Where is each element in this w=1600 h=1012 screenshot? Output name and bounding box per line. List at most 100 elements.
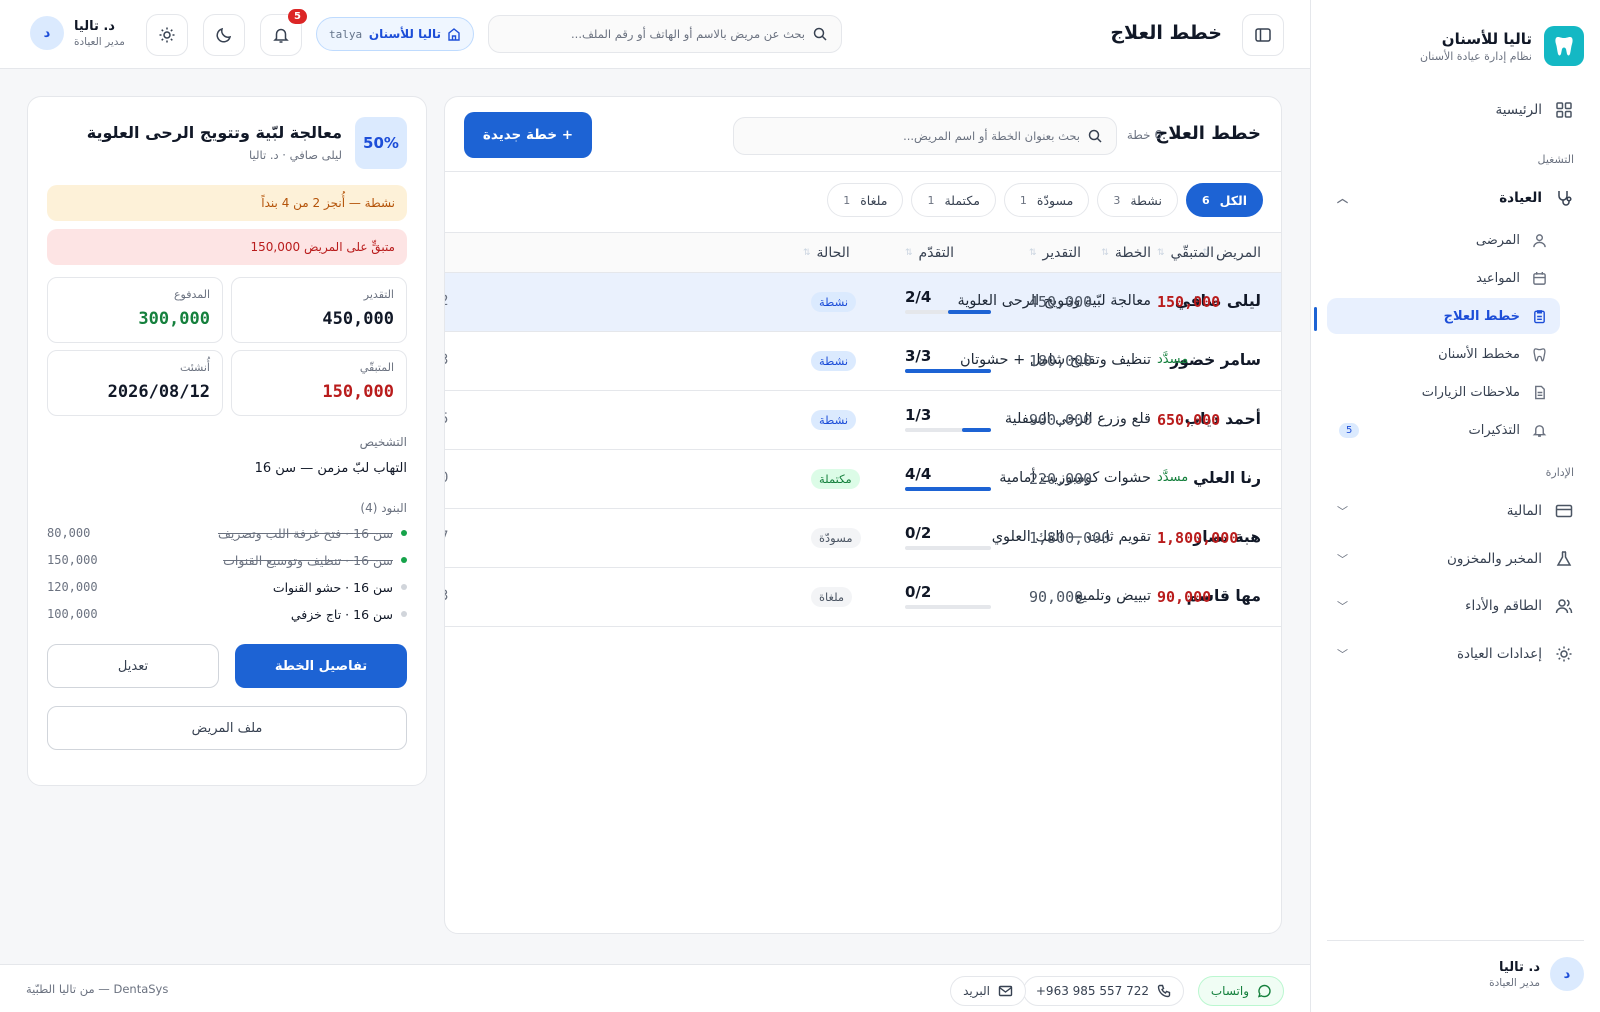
- col-label: المريض: [1215, 245, 1261, 261]
- sun-icon: [158, 26, 176, 44]
- new-plan-button[interactable]: + خطة جديدة: [464, 112, 592, 158]
- col-label: التقدّم: [918, 245, 955, 261]
- light-mode-button[interactable]: [146, 14, 188, 56]
- stat-created: أُنشئت 2026/08/12: [47, 350, 223, 416]
- phone-button[interactable]: +963 985 557 722: [1022, 976, 1184, 1006]
- nav-home[interactable]: الرئيسية: [1327, 92, 1584, 128]
- nav-clinic[interactable]: العيادة ︿: [1327, 180, 1584, 216]
- col-label: الحالة: [816, 245, 850, 261]
- dark-mode-button[interactable]: [203, 14, 245, 56]
- user-role: مدير العيادة: [74, 35, 125, 48]
- whatsapp-button[interactable]: واتساب: [1197, 976, 1284, 1006]
- status-badge: ملغاة: [811, 587, 853, 607]
- top-header: خطط العلاج بحث عن مريض بالاسم أو الهاتف …: [0, 0, 1310, 69]
- stat-estimate: التقدير 450,000: [231, 277, 407, 343]
- status-badge: نشطة: [811, 410, 857, 430]
- col-plan[interactable]: الخطة ⇅: [1101, 245, 1151, 261]
- sidebar-user[interactable]: د د. تاليا مدير العيادة: [1327, 940, 1584, 991]
- progress-cell: 0/2: [905, 583, 991, 609]
- sidebar-item-appointments[interactable]: المواعيد: [1327, 260, 1560, 296]
- nav-settings[interactable]: إعدادات العيادة ﹀: [1327, 636, 1584, 672]
- col-status[interactable]: الحالة ⇅: [803, 245, 850, 261]
- clipboard-icon: [1530, 307, 1548, 325]
- clinic-switcher[interactable]: تاليا للأسنان talya: [316, 17, 474, 51]
- chevron-down-icon: ﹀: [1337, 553, 1348, 566]
- table-row[interactable]: رنا العلي حشوات كومبوزيت أمامية مكتملة 4…: [445, 450, 1281, 509]
- mail-button[interactable]: البريد: [950, 976, 1026, 1006]
- user-role: مدير العيادة: [1489, 976, 1540, 989]
- brand[interactable]: تاليا للأسنان نظام إدارة عيادة الأسنان: [1420, 26, 1584, 66]
- plan-details-button[interactable]: تفاصيل الخطة: [235, 644, 407, 688]
- diagnosis-label: التشخيص: [359, 435, 407, 449]
- notifications-button[interactable]: 5: [260, 9, 307, 56]
- sidebar-item-dental-chart[interactable]: مخطط الأسنان: [1327, 336, 1560, 372]
- cell-estimate: 180,000: [1029, 352, 1093, 370]
- header-user[interactable]: د د. تاليا مدير العيادة: [30, 16, 125, 50]
- sidebar-item-label: التذكيرات: [1468, 422, 1520, 438]
- sort-icon: ⇅: [1029, 248, 1037, 258]
- nav-finance-label: المالية: [1506, 503, 1542, 519]
- cell-extra: 0: [445, 470, 448, 486]
- nav-finance[interactable]: المالية ﹀: [1327, 493, 1584, 529]
- tooth-icon: [1530, 345, 1548, 363]
- sidebar-item-label: مخطط الأسنان: [1438, 346, 1520, 362]
- nav-staff[interactable]: الطاقم والأداء ﹀: [1327, 588, 1584, 624]
- item-text: سن 16 · حشو القنوات: [272, 579, 393, 595]
- done-dot-icon: [401, 530, 407, 536]
- col-label: ا: [444, 245, 445, 261]
- stat-value: 300,000: [138, 309, 210, 329]
- table-row[interactable]: سامر خضور تنظيف وتقليح شامل + حشوتان نشط…: [445, 332, 1281, 391]
- nav-lab-label: المخبر والمخزون: [1447, 551, 1542, 567]
- filter-completed[interactable]: مكتملة 1: [911, 183, 996, 217]
- bell-icon: [272, 26, 290, 44]
- nav-lab-inventory[interactable]: المخبر والمخزون ﹀: [1327, 541, 1584, 577]
- table-row[interactable]: هبة نصار تقويم ثابت — الفك العلوي مسودّة…: [445, 509, 1281, 568]
- sidebar-item-visit-notes[interactable]: ملاحظات الزيارات: [1327, 374, 1560, 410]
- sidebar-item-reminders[interactable]: التذكيرات 5: [1327, 412, 1560, 448]
- cell-remaining: مسدَّد: [1157, 470, 1189, 485]
- table-row[interactable]: ليلى صافي معالجة لبّية وتتويج الرحى العل…: [445, 273, 1281, 332]
- cell-patient: رنا العلي: [1193, 469, 1261, 487]
- plans-search-input[interactable]: بحث بعنوان الخطة أو اسم المريض...: [733, 117, 1117, 155]
- filter-active[interactable]: نشطة 3: [1097, 183, 1178, 217]
- filter-cancelled[interactable]: ملغاة 1: [827, 183, 904, 217]
- item-text: سن 16 · تاج خزفي: [290, 606, 393, 622]
- cell-extra: 5: [445, 411, 448, 427]
- edit-button[interactable]: تعديل: [47, 644, 219, 688]
- filter-label: ملغاة: [860, 192, 888, 208]
- progress-cell: 4/4: [905, 465, 991, 491]
- col-remaining[interactable]: المتبقّي ⇅: [1157, 245, 1214, 261]
- flask-icon: [1554, 549, 1574, 569]
- table-row[interactable]: مها قاسم تبييض وتلميع ملغاة 0/2 90,000 9…: [445, 568, 1281, 627]
- col-extra[interactable]: ا: [444, 245, 445, 261]
- filter-draft[interactable]: مسودّة 1: [1003, 183, 1090, 217]
- col-progress[interactable]: التقدّم ⇅: [905, 245, 954, 261]
- status-badge: نشطة: [811, 351, 857, 371]
- global-search-input[interactable]: بحث عن مريض بالاسم أو الهاتف أو رقم المل…: [488, 15, 842, 53]
- items-label: البنود (4): [360, 501, 407, 515]
- patient-file-button[interactable]: ملف المريض: [47, 706, 407, 750]
- sidebar-item-treatment-plans[interactable]: خطط العلاج: [1327, 298, 1560, 334]
- phone-icon: [1157, 984, 1171, 998]
- calendar-icon: [1530, 269, 1548, 287]
- progress-value: 0/2: [905, 583, 932, 601]
- sidebar-item-patients[interactable]: المرضى: [1327, 222, 1560, 258]
- plans-panel-header: خطط العلاج 6 خطة بحث بعنوان الخطة أو اسم…: [445, 97, 1281, 172]
- sun-gear-icon: [1554, 644, 1574, 664]
- progress-value: 3/3: [905, 347, 932, 365]
- table-row[interactable]: أحمد دياب قلع وزرع الرحى السفلية نشطة 1/…: [445, 391, 1281, 450]
- col-estimate[interactable]: التقدير ⇅: [1029, 245, 1081, 261]
- progress-bar: [905, 546, 991, 550]
- stat-value: 2026/08/12: [107, 382, 210, 402]
- treatment-plans-panel: خطط العلاج 6 خطة بحث بعنوان الخطة أو اسم…: [444, 96, 1282, 934]
- completion-percent-badge: 50%: [355, 117, 407, 169]
- stat-paid: المدفوع 300,000: [47, 277, 223, 343]
- filter-label: مسودّة: [1036, 192, 1074, 208]
- progress-value: 2/4: [905, 288, 932, 306]
- document-icon: [1530, 383, 1548, 401]
- plan-item: سن 16 · حشو القنوات 120,000: [47, 576, 407, 598]
- sort-icon: ⇅: [1157, 248, 1165, 258]
- sidebar-toggle-button[interactable]: [1242, 14, 1284, 56]
- plan-detail-card: 50% معالجة لبّية وتتويج الرحى العلوية لي…: [27, 96, 427, 786]
- filter-all[interactable]: الكل 6: [1185, 183, 1263, 217]
